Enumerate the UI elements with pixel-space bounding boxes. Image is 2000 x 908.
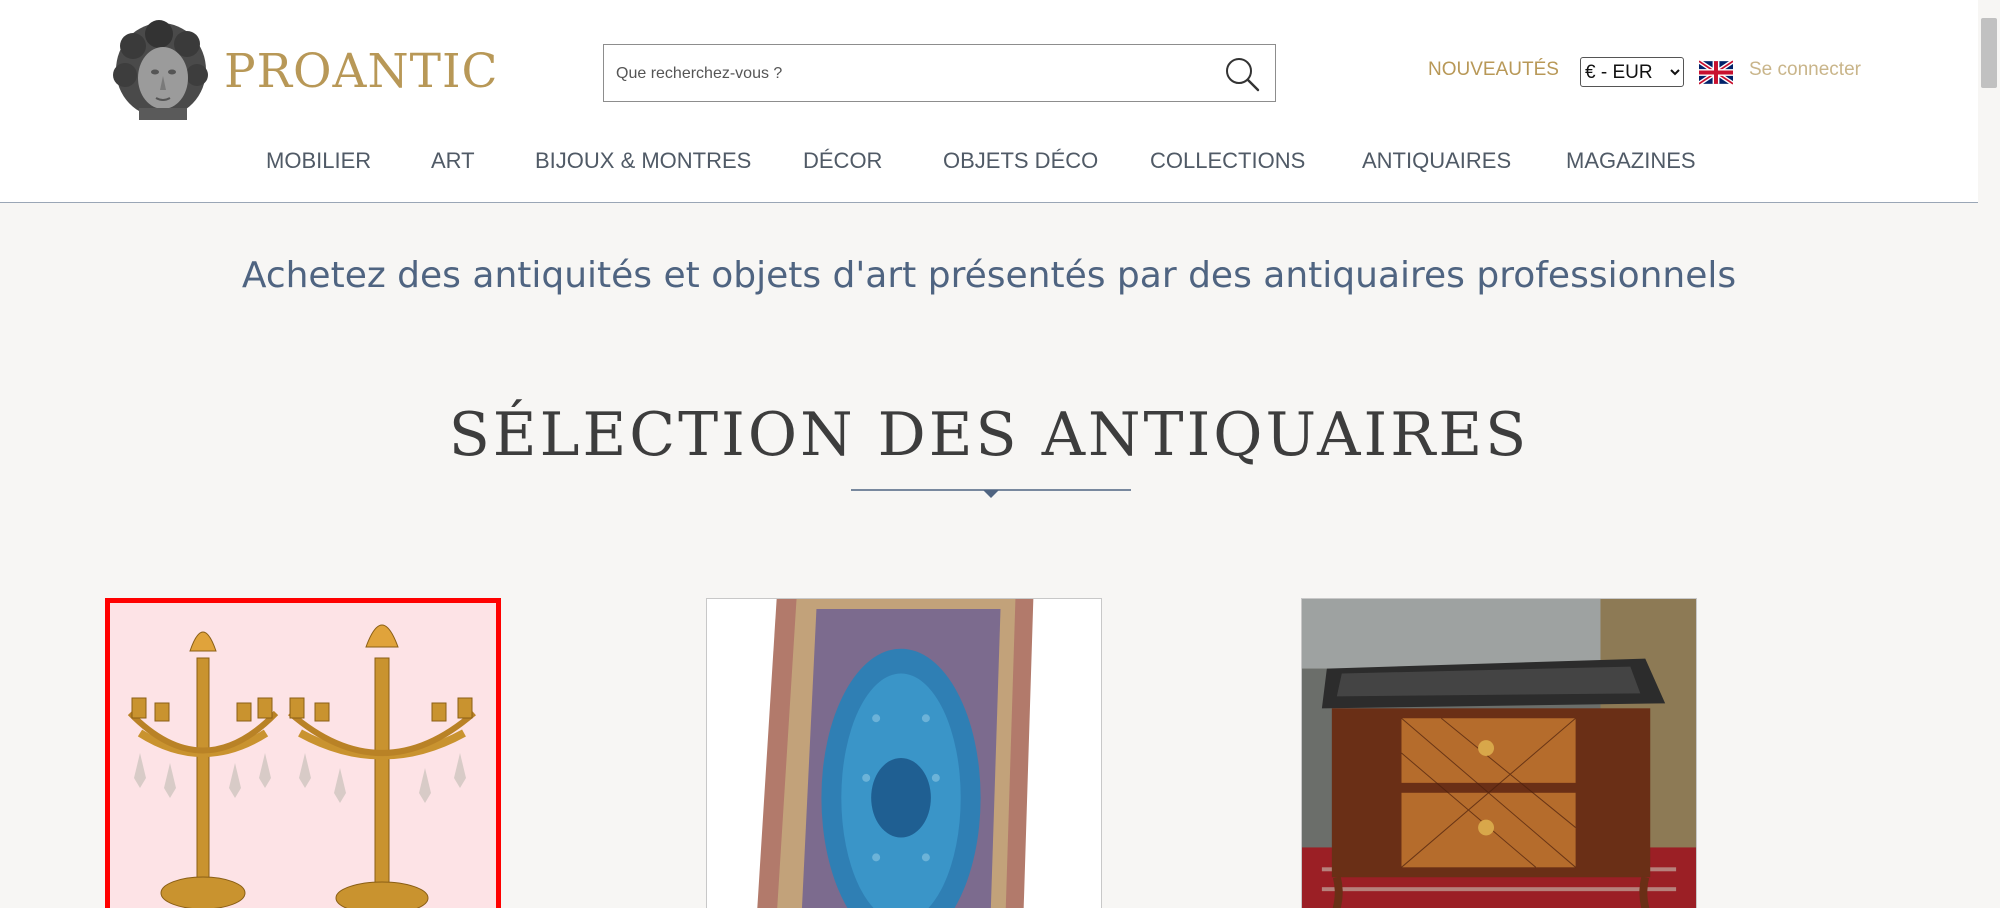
brand-logo-text[interactable]: PROANTIC [224, 42, 499, 102]
site-header: PROANTIC NOUVEAUTÉS € - EUR Se connecter… [0, 0, 1978, 203]
product-image-candelabra[interactable] [110, 603, 496, 908]
scrollbar-thumb[interactable] [1981, 18, 1997, 88]
currency-select[interactable]: € - EUR [1580, 57, 1684, 87]
nav-item-collections[interactable]: COLLECTIONS [1150, 148, 1305, 174]
page: PROANTIC NOUVEAUTÉS € - EUR Se connecter… [0, 0, 1978, 908]
bust-sculpture-icon[interactable] [111, 20, 211, 122]
nav-item-antiquaires[interactable]: ANTIQUAIRES [1362, 148, 1511, 174]
new-arrivals-link[interactable]: NOUVEAUTÉS [1428, 59, 1559, 81]
product-image-rug[interactable] [707, 599, 1101, 908]
product-image-commode[interactable] [1302, 599, 1696, 908]
search-icon[interactable] [1223, 55, 1261, 93]
page-tagline: Achetez des antiquités et objets d'art p… [241, 255, 1737, 296]
uk-flag-icon[interactable] [1699, 60, 1733, 85]
main-nav: MOBILIER ART BIJOUX & MONTRES DÉCOR OBJE… [0, 148, 1978, 182]
search-input[interactable] [614, 55, 1198, 93]
product-card[interactable] [706, 598, 1102, 908]
nav-item-magazines[interactable]: MAGAZINES [1566, 148, 1696, 174]
product-card[interactable] [105, 598, 501, 908]
nav-item-objets-deco[interactable]: OBJETS DÉCO [943, 148, 1098, 174]
section-title: SÉLECTION DES ANTIQUAIRES [448, 400, 1530, 470]
section-divider [851, 489, 1131, 498]
nav-item-art[interactable]: ART [431, 148, 475, 174]
nav-item-mobilier[interactable]: MOBILIER [266, 148, 371, 174]
search-bar [603, 44, 1276, 102]
product-card[interactable] [1301, 598, 1697, 908]
login-link[interactable]: Se connecter [1749, 59, 1861, 81]
nav-item-decor[interactable]: DÉCOR [803, 148, 882, 174]
nav-item-bijoux-montres[interactable]: BIJOUX & MONTRES [535, 148, 751, 174]
